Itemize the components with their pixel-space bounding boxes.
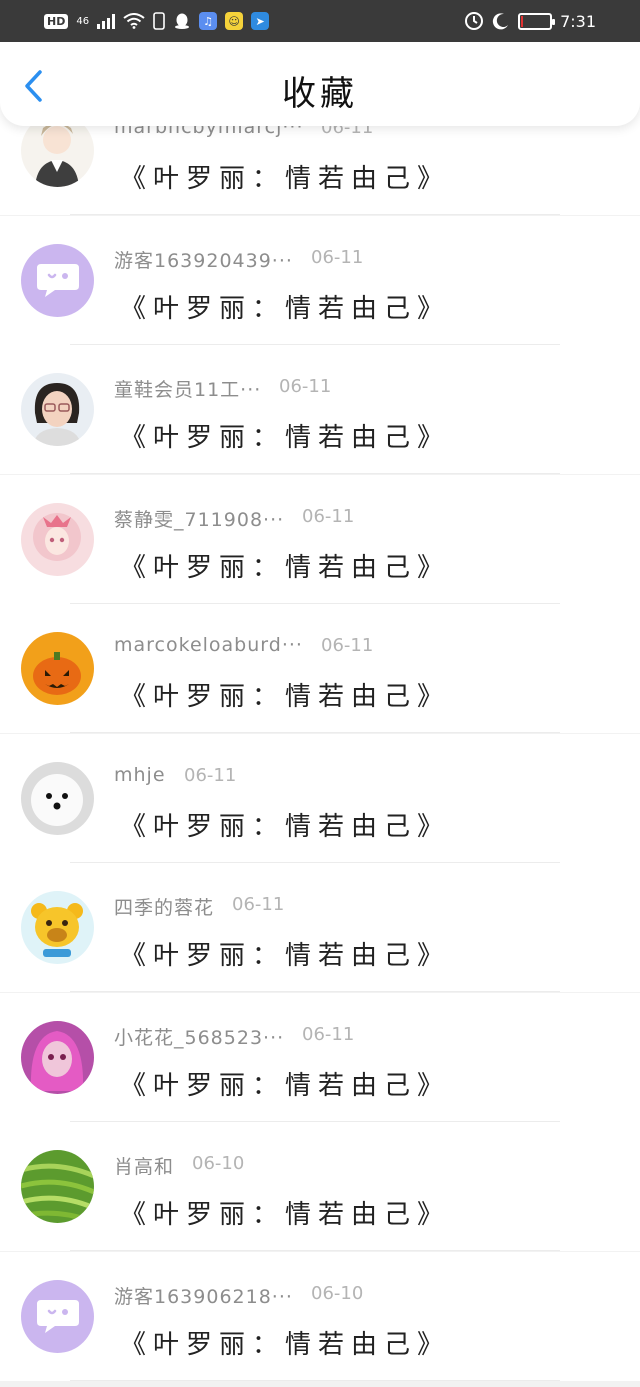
avatar[interactable] (21, 373, 94, 446)
favorites-list: marbhcbymlarcj··· 06-11 《叶罗丽：情若由己》 游客163920… (0, 0, 640, 1387)
username[interactable]: 游客163920439··· (114, 246, 293, 273)
status-bar: HD 46 ♫ ☺ ➤ 7:31 (0, 0, 640, 42)
username[interactable]: 游客163906218··· (114, 1282, 293, 1309)
item-meta: 肖高和 (114, 1152, 174, 1179)
work-title[interactable]: 《叶罗丽：情若由己》 (120, 935, 450, 972)
chat-icon: ☺ (225, 12, 244, 30)
item-meta: marcokeloaburd··· (114, 634, 303, 656)
work-title[interactable]: 《叶罗丽：情若由己》 (120, 1194, 450, 1231)
item-meta: 蔡静雯_711908··· (114, 505, 284, 532)
username[interactable]: 蔡静雯_711908··· (114, 505, 284, 532)
list-item[interactable]: mhje 06-11 《叶罗丽：情若由己》 (0, 733, 640, 863)
date: 06-11 (302, 1023, 355, 1045)
signal-icon (97, 13, 116, 29)
date: 06-11 (302, 505, 355, 527)
item-meta: 游客163920439··· (114, 246, 293, 273)
list-item[interactable]: 蔡静雯_711908··· 06-11 《叶罗丽：情若由己》 (0, 474, 640, 604)
username[interactable]: mhje (114, 764, 166, 786)
work-title[interactable]: 《叶罗丽：情若由己》 (120, 1324, 450, 1361)
item-meta: mhje (114, 764, 166, 786)
qq-icon (175, 13, 190, 29)
clock: 7:31 (560, 11, 596, 31)
list-item[interactable]: 童鞋会员11工··· 06-11 《叶罗丽：情若由己》 (0, 345, 640, 474)
work-title[interactable]: 《叶罗丽：情若由己》 (120, 417, 450, 454)
avatar[interactable] (21, 761, 94, 835)
work-title[interactable]: 《叶罗丽：情若由己》 (120, 547, 450, 584)
alarm-icon (465, 12, 484, 30)
list-item[interactable]: 肖高和 06-10 《叶罗丽：情若由己》 (0, 1122, 640, 1251)
avatar[interactable] (21, 1150, 94, 1223)
work-title[interactable]: 《叶罗丽：情若由己》 (120, 1065, 450, 1102)
item-meta: 小花花_568523··· (114, 1023, 284, 1050)
phone-icon (153, 12, 165, 30)
avatar[interactable] (21, 891, 94, 964)
avatar[interactable] (21, 632, 94, 705)
item-meta: 游客163906218··· (114, 1282, 293, 1309)
avatar[interactable] (21, 502, 94, 576)
avatar[interactable] (21, 1020, 94, 1094)
wifi-icon (123, 13, 145, 29)
date: 06-11 (232, 894, 285, 915)
network-type: 46 (76, 15, 90, 27)
username[interactable]: marcokeloaburd··· (114, 634, 303, 656)
list-item[interactable]: marcokeloaburd··· 06-11 《叶罗丽：情若由己》 (0, 604, 640, 733)
music-icon: ♫ (199, 12, 218, 30)
avatar[interactable] (21, 243, 94, 317)
work-title[interactable]: 《叶罗丽：情若由己》 (120, 676, 450, 713)
username[interactable]: 四季的蓉花 (114, 893, 214, 920)
username[interactable]: 肖高和 (114, 1152, 174, 1179)
date: 06-10 (311, 1282, 364, 1304)
username[interactable]: 童鞋会员11工··· (114, 375, 261, 402)
date: 06-11 (184, 764, 237, 786)
nav-header: 收藏 (0, 42, 640, 126)
avatar[interactable] (21, 1279, 94, 1353)
date: 06-11 (321, 635, 374, 656)
divider (70, 1379, 560, 1381)
hd-badge: HD (44, 13, 69, 29)
moon-icon (492, 13, 509, 30)
work-title[interactable]: 《叶罗丽：情若由己》 (120, 158, 450, 195)
date: 06-11 (311, 246, 364, 268)
date: 06-10 (192, 1153, 245, 1174)
battery-icon (518, 12, 556, 30)
work-title[interactable]: 《叶罗丽：情若由己》 (120, 806, 450, 843)
username[interactable]: 小花花_568523··· (114, 1023, 284, 1050)
location-icon: ➤ (251, 12, 270, 30)
list-item[interactable]: 游客163920439··· 06-11 《叶罗丽：情若由己》 (0, 215, 640, 345)
item-meta: 四季的蓉花 (114, 893, 214, 920)
page-title: 收藏 (282, 74, 358, 114)
list-item[interactable]: 小花花_568523··· 06-11 《叶罗丽：情若由己》 (0, 992, 640, 1122)
list-item[interactable]: 四季的蓉花 06-11 《叶罗丽：情若由己》 (0, 863, 640, 992)
item-meta: 童鞋会员11工··· (114, 375, 261, 402)
date: 06-11 (279, 376, 332, 397)
list-item[interactable]: 游客163906218··· 06-10 《叶罗丽：情若由己》 (0, 1251, 640, 1381)
work-title[interactable]: 《叶罗丽：情若由己》 (120, 288, 450, 325)
